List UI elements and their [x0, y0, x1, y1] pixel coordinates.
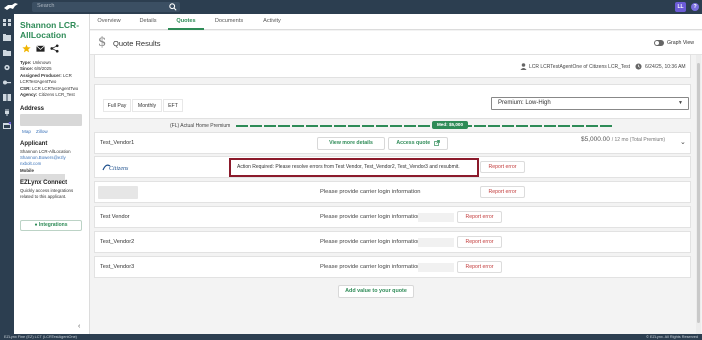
folders-icon[interactable] — [3, 34, 11, 41]
vendor-name: Test_Vendor2 — [100, 239, 135, 245]
median-badge: Med: $5,000 — [432, 121, 468, 129]
access-quote-button[interactable]: Access quote — [388, 137, 448, 150]
address-heading: Address — [20, 106, 45, 112]
zillow-link[interactable]: Zillow — [36, 129, 48, 134]
quote-row: Test_Vendor3 Please provide carrier logi… — [94, 256, 691, 278]
clock-icon — [635, 63, 642, 70]
svg-text:Citizens: Citizens — [109, 166, 129, 172]
contact-name: Shannon LCR-AllLocation — [20, 20, 80, 40]
vendor-logo-redacted — [98, 186, 138, 199]
ezlynx-logo-icon[interactable] — [4, 2, 18, 11]
page-header: $ Quote Results Graph View — [90, 31, 702, 55]
contact-sidebar: Shannon LCR-AllLocation Type: Unknown Si… — [14, 14, 90, 334]
premium-range-bar — [236, 125, 613, 127]
message-fade — [418, 263, 454, 272]
search-input[interactable]: Search — [32, 2, 180, 12]
quote-price: $5,000.00 / 12 mo (Total Premium) — [581, 136, 666, 143]
login-message: Please provide carrier login information — [320, 189, 421, 195]
star-icon[interactable] — [22, 44, 31, 53]
footer-session-info: EZLynx Fine (EZ) LCT (LCRTestAgentOne) — [4, 335, 77, 339]
expand-chevron-icon[interactable]: ⌄ — [680, 138, 686, 146]
vendor-name: Test Vendor — [100, 214, 130, 220]
filters-card: Full Pay Monthly EFT Premium: Low-High ▼ — [94, 84, 691, 119]
dollar-icon: $ — [98, 35, 107, 50]
left-nav-rail — [0, 14, 14, 334]
tab-documents[interactable]: Documents — [207, 14, 251, 30]
login-message: Please provide carrier login information — [320, 239, 421, 245]
book-icon[interactable] — [3, 94, 11, 101]
tab-quotes[interactable]: Quotes — [168, 14, 204, 30]
chevron-down-icon: ▼ — [678, 100, 683, 106]
scrollbar[interactable] — [696, 55, 701, 334]
quote-row: Please provide carrier login information… — [94, 181, 691, 203]
contact-info: Type: Unknown Since: 6/9/2025 Assigned P… — [20, 60, 79, 98]
scrollbar-thumb[interactable] — [697, 63, 700, 323]
monthly-toggle[interactable]: Monthly — [132, 99, 162, 112]
message-fade — [418, 238, 454, 247]
address-redacted — [20, 114, 82, 126]
footer-bar: EZLynx Fine (EZ) LCT (LCRTestAgentOne) ©… — [0, 334, 702, 340]
sort-select-value: Premium: Low-High — [498, 100, 551, 106]
tab-overview[interactable]: Overview — [90, 14, 128, 30]
calendar-icon[interactable] — [3, 122, 11, 129]
quote-row: Citizens Action Required: Please resolve… — [94, 156, 691, 178]
share-icon[interactable] — [50, 44, 59, 53]
applicant-heading: Applicant — [20, 141, 48, 147]
main-content: Overview Details Quotes Documents Activi… — [90, 14, 702, 334]
key-icon[interactable] — [3, 79, 11, 86]
tab-details[interactable]: Details — [130, 14, 166, 30]
dashboard-icon[interactable] — [3, 19, 11, 26]
quote-date: 6/24/25, 10:36 AM — [645, 64, 686, 70]
gear-icon[interactable] — [3, 64, 11, 71]
message-fade — [418, 213, 454, 222]
tab-activity[interactable]: Activity — [253, 14, 291, 30]
login-message: Please provide carrier login information — [320, 214, 421, 220]
error-message: Action Required: Please resolve errors f… — [229, 158, 479, 177]
premium-bar-label: (FL) Actual Home Premium — [170, 123, 231, 129]
applicant-email[interactable]: Shannon.Bowers@ezlynxbolt.com — [20, 155, 66, 167]
plug-icon[interactable] — [3, 109, 11, 116]
footer-copyright: © EZLynx. All Rights Reserved — [646, 335, 698, 339]
report-error-button[interactable]: Report error — [457, 236, 502, 248]
shield-icon: ● — [34, 222, 38, 228]
sort-select[interactable]: Premium: Low-High ▼ — [491, 97, 689, 110]
quote-row: Test_Vendor2 Please provide carrier logi… — [94, 231, 691, 253]
ezlynx-connect-heading: EZLynx Connect — [20, 180, 68, 186]
mail-icon[interactable] — [36, 44, 45, 53]
view-more-details-button[interactable]: View more details — [317, 137, 385, 150]
user-avatar[interactable]: LL — [675, 2, 686, 12]
integrations-button[interactable]: ● Integrations — [20, 220, 82, 231]
user-icon — [520, 63, 527, 70]
top-bar: Search LL ? — [0, 0, 702, 14]
report-error-button[interactable]: Report error — [457, 261, 502, 273]
citizens-logo: Citizens — [102, 164, 129, 172]
login-message: Please provide carrier login information — [320, 264, 421, 270]
collapse-sidebar-icon[interactable]: ‹ — [78, 323, 80, 330]
contact-actions — [22, 44, 72, 54]
tab-bar: Overview Details Quotes Documents Activi… — [90, 14, 702, 30]
report-error-button[interactable]: Report error — [480, 186, 525, 198]
agent-name: LCR LCRTestAgentOne of Citizens LCR_Test — [529, 64, 631, 70]
quote-row: Test_Vendor1 View more details Access qu… — [94, 132, 691, 154]
search-icon[interactable] — [169, 3, 177, 11]
quote-row: Test Vendor Please provide carrier login… — [94, 206, 691, 228]
quote-meta-card: LCR LCRTestAgentOne of Citizens LCR_Test… — [94, 54, 691, 78]
graph-view-toggle[interactable] — [654, 40, 664, 46]
search-placeholder: Search — [37, 3, 55, 9]
report-error-button[interactable]: Report error — [480, 161, 525, 173]
graph-view-label: Graph View — [667, 40, 695, 46]
ezlynx-connect-description: Quickly access integrations related to t… — [20, 188, 74, 199]
map-link[interactable]: Map — [22, 129, 31, 134]
report-error-button[interactable]: Report error — [457, 211, 502, 223]
full-pay-toggle[interactable]: Full Pay — [103, 99, 131, 112]
help-icon[interactable]: ? — [691, 3, 699, 11]
vendor-name: Test_Vendor3 — [100, 264, 135, 270]
folder-open-icon[interactable] — [3, 49, 11, 56]
eft-toggle[interactable]: EFT — [163, 99, 183, 112]
add-value-button[interactable]: Add value to your quote — [338, 285, 414, 298]
page-title: Quote Results — [113, 39, 161, 48]
vendor-name: Test_Vendor1 — [100, 140, 135, 146]
external-link-icon — [433, 139, 440, 146]
